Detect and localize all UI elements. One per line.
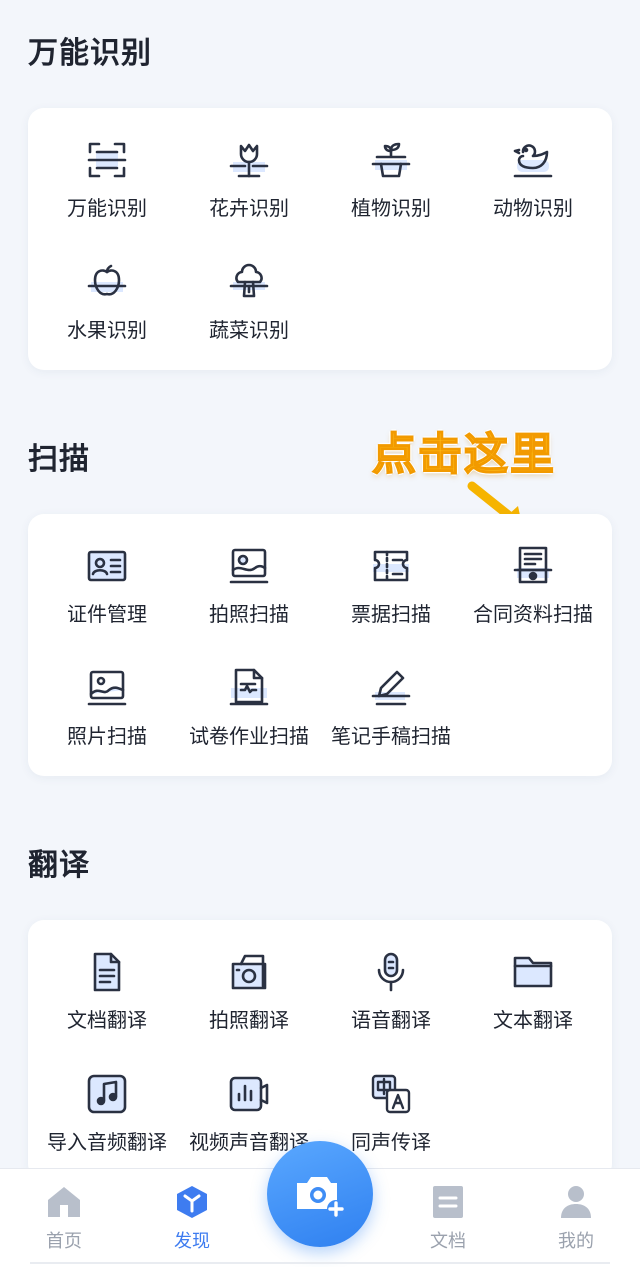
exam-paper-icon	[227, 666, 271, 710]
tile-animal-recognition[interactable]: 动物识别	[462, 138, 604, 238]
tab-label: 我的	[558, 1231, 594, 1252]
tile-label: 水果识别	[67, 318, 147, 342]
contract-icon	[511, 544, 555, 588]
tile-label: 同声传译	[351, 1130, 431, 1154]
tab-label: 首页	[46, 1231, 82, 1252]
tile-fruit-recognition[interactable]: 水果识别	[36, 260, 178, 360]
tile-photo-scan[interactable]: 拍照扫描	[178, 544, 320, 644]
tab-discover[interactable]: 发现	[152, 1183, 232, 1253]
tap-here-hint: 点击这里	[371, 428, 556, 481]
photo-scan-icon	[227, 544, 271, 588]
tile-exam-scan[interactable]: 试卷作业扫描	[178, 666, 320, 766]
tile-label: 证件管理	[67, 602, 147, 626]
section-title-translate: 翻译	[28, 848, 90, 883]
tab-documents[interactable]: 文档	[408, 1183, 488, 1253]
tile-text-translate[interactable]: 文本翻译	[462, 950, 604, 1050]
plant-pot-icon	[369, 138, 413, 182]
tile-label: 文档翻译	[67, 1008, 147, 1032]
tile-label: 票据扫描	[351, 602, 431, 626]
id-card-icon	[85, 544, 129, 588]
tile-label: 合同资料扫描	[473, 602, 593, 626]
tile-label: 试卷作业扫描	[189, 724, 309, 748]
flower-icon	[227, 138, 271, 182]
tile-contract-scan[interactable]: 合同资料扫描	[462, 544, 604, 644]
video-audio-icon	[227, 1072, 271, 1116]
document-icon	[85, 950, 129, 994]
tile-universal-recognition[interactable]: 万能识别	[36, 138, 178, 238]
tile-picture-scan[interactable]: 照片扫描	[36, 666, 178, 766]
section-title-scan: 扫描	[28, 442, 90, 477]
discover-cube-icon	[177, 1186, 207, 1218]
tile-label: 拍照扫描	[209, 602, 289, 626]
duck-icon	[511, 138, 555, 182]
apple-icon	[85, 260, 129, 304]
tab-label: 文档	[430, 1231, 466, 1252]
tile-note-scan[interactable]: 笔记手稿扫描	[320, 666, 462, 766]
tile-label: 万能识别	[67, 196, 147, 220]
tab-label: 发现	[174, 1231, 210, 1252]
scan-frame-icon	[85, 138, 129, 182]
camera-scan-button[interactable]	[267, 1141, 373, 1247]
tile-label: 拍照翻译	[209, 1008, 289, 1032]
camera-translate-icon	[227, 950, 271, 994]
tile-label: 导入音频翻译	[47, 1130, 167, 1154]
music-note-icon	[85, 1072, 129, 1116]
tile-vegetable-recognition[interactable]: 蔬菜识别	[178, 260, 320, 360]
tab-home[interactable]: 首页	[24, 1183, 104, 1253]
zh-a-translate-icon	[369, 1072, 413, 1116]
tile-audio-import-translate[interactable]: 导入音频翻译	[36, 1072, 178, 1172]
tile-label: 文本翻译	[493, 1008, 573, 1032]
tile-ticket-scan[interactable]: 票据扫描	[320, 544, 462, 644]
home-indicator	[30, 1262, 610, 1264]
tile-plant-recognition[interactable]: 植物识别	[320, 138, 462, 238]
tile-document-translate[interactable]: 文档翻译	[36, 950, 178, 1050]
tile-camera-translate[interactable]: 拍照翻译	[178, 950, 320, 1050]
broccoli-icon	[227, 260, 271, 304]
camera-plus-icon	[297, 1177, 345, 1218]
tab-profile[interactable]: 我的	[536, 1183, 616, 1253]
folder-icon	[511, 950, 555, 994]
document-tab-icon	[433, 1186, 463, 1218]
microphone-icon	[369, 950, 413, 994]
picture-icon	[85, 666, 129, 710]
tile-label: 蔬菜识别	[209, 318, 289, 342]
profile-icon	[561, 1186, 591, 1218]
tile-label: 照片扫描	[67, 724, 147, 748]
section-title-recognition: 万能识别	[28, 36, 152, 71]
tile-label: 植物识别	[351, 196, 431, 220]
tile-label: 语音翻译	[351, 1008, 431, 1032]
home-icon	[48, 1187, 80, 1217]
tile-voice-translate[interactable]: 语音翻译	[320, 950, 462, 1050]
pen-note-icon	[369, 666, 413, 710]
ticket-icon	[369, 544, 413, 588]
tile-flower-recognition[interactable]: 花卉识别	[178, 138, 320, 238]
tile-id-management[interactable]: 证件管理	[36, 544, 178, 644]
scan-card: 证件管理 拍照扫描 票据扫描 合同资料扫描 照片扫描 试卷作业扫描 笔记手稿扫描	[28, 514, 612, 776]
tile-label: 花卉识别	[209, 196, 289, 220]
recognition-card: 万能识别 花卉识别 植物识别 动物识别 水果识别 蔬菜识别	[28, 108, 612, 370]
tile-label: 笔记手稿扫描	[331, 724, 451, 748]
tile-label: 动物识别	[493, 196, 573, 220]
